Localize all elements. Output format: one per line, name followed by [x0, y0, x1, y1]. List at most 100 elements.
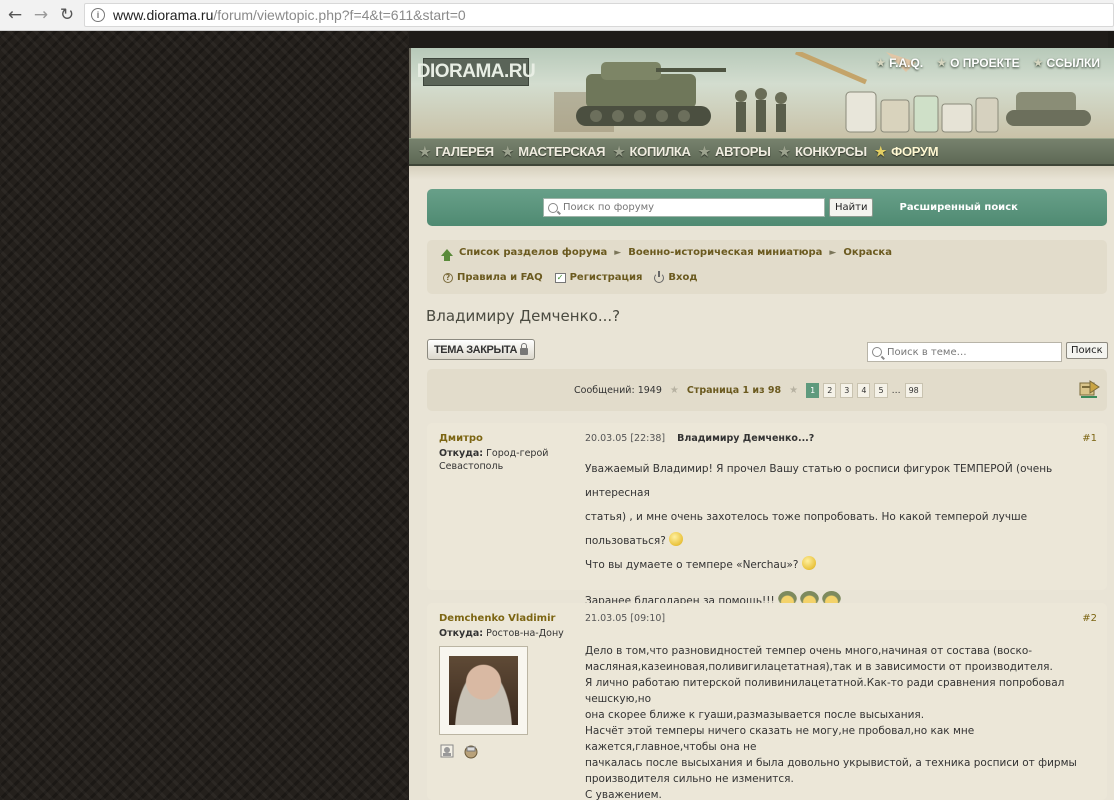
topic-search-placeholder: Поиск в теме…: [887, 346, 967, 358]
menu-contests[interactable]: ★ КОНКУРСЫ: [779, 144, 868, 160]
post-number[interactable]: #1: [1082, 433, 1097, 444]
breadcrumb-forum-index[interactable]: Список разделов форума: [459, 247, 607, 258]
avatar-image: [449, 656, 518, 725]
forum-search-panel: Поиск по форуму Найти Расширенный поиск: [427, 189, 1107, 226]
faq-link[interactable]: ★ F.A.Q.: [876, 56, 923, 70]
search-icon: [872, 347, 882, 357]
question-icon: ?: [443, 272, 453, 283]
page-link-4[interactable]: 4: [857, 383, 871, 398]
header-divider: [409, 166, 1114, 180]
menu-workshop[interactable]: ★ МАСТЕРСКАЯ: [501, 143, 606, 160]
breadcrumb-separator-icon: ►: [614, 247, 622, 258]
profile-icon[interactable]: [439, 743, 455, 759]
post-number[interactable]: #2: [1082, 613, 1097, 624]
post-line: производителя сильно не изменится.: [585, 773, 794, 785]
browser-toolbar: ← → ↻ i www.diorama.ru/forum/viewtopic.p…: [0, 0, 1114, 31]
url-host: www.diorama.ru: [113, 7, 214, 23]
star-icon: ★: [669, 385, 679, 396]
post: Дмитро Откуда: Город-герой Севастополь 2…: [427, 423, 1107, 608]
author-from-label: Откуда:: [439, 448, 484, 459]
author-from-label: Откуда:: [439, 628, 484, 639]
topic-title[interactable]: Владимиру Демченко...?: [426, 307, 620, 325]
site-header: DIORAMA.RU ★ F.A.Q. ★ О ПРОЕКТЕ ★ ССЫЛКИ: [409, 48, 1114, 138]
pagination: Сообщений: 1949 ★ Страница 1 из 98 ★ 1 2…: [574, 383, 923, 398]
post-body: 21.03.05 [09:10] #2 Дело в том,что разно…: [585, 612, 1097, 800]
author-name[interactable]: Demchenko Vladimir: [439, 612, 569, 625]
breadcrumb-separator-icon: ►: [829, 247, 837, 258]
author-from: Ростов-на-Дону: [486, 628, 564, 639]
post-line: Уважаемый Владимир! Я прочел Вашу статью…: [585, 463, 1053, 499]
breadcrumb-military-miniature[interactable]: Военно-историческая миниатюра: [628, 247, 822, 258]
post-line: Насчёт этой темперы ничего сказать не мо…: [585, 725, 975, 753]
topic-search-button[interactable]: Поиск: [1066, 342, 1108, 359]
post-line: Я лично работаю питерской поливинилацета…: [585, 677, 1065, 705]
post-author: Demchenko Vladimir Откуда: Ростов-на-Дон…: [439, 612, 569, 759]
author-name[interactable]: Дмитро: [439, 432, 569, 445]
forum-page: DIORAMA.RU ★ F.A.Q. ★ О ПРОЕКТЕ ★ ССЫЛКИ…: [409, 48, 1114, 800]
post-header: 21.03.05 [09:10] #2: [585, 612, 1097, 625]
star-icon: ★: [501, 143, 514, 159]
topic-locked-label: ТЕМА ЗАКРЫТА: [433, 343, 518, 356]
post-date: 20.03.05 [22:38]: [585, 433, 666, 444]
power-icon: [654, 270, 665, 283]
register-link[interactable]: ✓ Регистрация: [554, 272, 642, 283]
post-title: Владимиру Демченко...?: [677, 433, 815, 444]
page-ellipsis: …: [891, 385, 901, 396]
forum-search-placeholder: Поиск по форуму: [563, 202, 655, 213]
breadcrumb: Список разделов форума ► Военно-историче…: [427, 240, 1107, 294]
post-line: статья) , и мне очень захотелось тоже по…: [585, 511, 1028, 547]
message-count: Сообщений: 1949: [574, 385, 662, 396]
topic-search-input[interactable]: Поиск в теме…: [867, 342, 1062, 362]
forum-search-input[interactable]: Поиск по форуму: [543, 198, 825, 217]
login-link[interactable]: Вход: [654, 270, 697, 283]
page-background: [0, 31, 409, 800]
breadcrumb-trail: Список разделов форума ► Военно-историче…: [441, 247, 892, 261]
register-icon: ✓: [554, 272, 566, 283]
menu-forum[interactable]: ★ ФОРУМ: [874, 143, 939, 160]
post-line: Что вы думаете о темпере «Nerchau»?: [585, 553, 1097, 577]
goto-page-icon[interactable]: [1078, 379, 1100, 399]
site-logo[interactable]: DIORAMA.RU: [417, 58, 536, 86]
post-header: 20.03.05 [22:38] Владимиру Демченко...? …: [585, 432, 1097, 445]
info-icon[interactable]: i: [91, 8, 105, 22]
star-icon: ★: [876, 57, 886, 69]
address-bar[interactable]: i www.diorama.ru/forum/viewtopic.php?f=4…: [84, 3, 1114, 27]
star-icon: ★: [937, 57, 947, 69]
menu-authors[interactable]: ★ АВТОРЫ: [699, 144, 771, 160]
links-link[interactable]: ★ ССЫЛКИ: [1034, 56, 1100, 70]
breadcrumb-painting[interactable]: Окраска: [843, 247, 892, 258]
forward-button[interactable]: →: [30, 4, 52, 26]
smile-icon: [669, 532, 684, 546]
forum-search-button[interactable]: Найти: [829, 198, 874, 217]
page-link-1[interactable]: 1: [806, 383, 820, 398]
star-icon: ★: [698, 143, 711, 159]
post-line: Дело в том,что разновидностей темпер оче…: [585, 645, 1033, 657]
post-line: С уважением.: [585, 789, 662, 800]
website-icon[interactable]: [463, 743, 479, 759]
page-link-5[interactable]: 5: [874, 383, 888, 398]
topic-locked-button[interactable]: ТЕМА ЗАКРЫТА: [427, 339, 535, 360]
home-icon: [441, 249, 453, 261]
page-link-2[interactable]: 2: [823, 383, 837, 398]
about-link[interactable]: ★ О ПРОЕКТЕ: [937, 56, 1019, 70]
page-link-3[interactable]: 3: [840, 383, 854, 398]
advanced-search-link[interactable]: Расширенный поиск: [899, 202, 1017, 213]
url-path: /forum/viewtopic.php?f=4&t=611&start=0: [213, 7, 466, 23]
back-button[interactable]: ←: [4, 4, 26, 26]
reload-button[interactable]: ↻: [56, 4, 78, 26]
page-link-last[interactable]: 98: [904, 383, 923, 398]
rules-faq-link[interactable]: ? Правила и FAQ: [443, 272, 543, 283]
menu-piggybank[interactable]: ★ КОПИЛКА: [613, 144, 691, 160]
author-contact-icons: [439, 743, 569, 759]
page-info[interactable]: Страница 1 из 98: [687, 385, 781, 396]
top-links: ★ F.A.Q. ★ О ПРОЕКТЕ ★ ССЫЛКИ: [876, 56, 1100, 70]
menu-gallery[interactable]: ★ ГАЛЕРЕЯ: [419, 144, 494, 160]
star-icon: ★: [419, 143, 431, 159]
lock-icon: [520, 342, 529, 355]
avatar[interactable]: [439, 646, 528, 735]
post-line: масляная,казеиновая,поливигилацетатная),…: [585, 661, 1053, 673]
main-menu: ★ ГАЛЕРЕЯ ★ МАСТЕРСКАЯ ★ КОПИЛКА ★ АВТОРЫ ★ К…: [409, 138, 1114, 166]
star-icon: ★: [874, 143, 887, 159]
post-content: Дело в том,что разновидностей темпер оче…: [585, 643, 1097, 800]
user-links: ? Правила и FAQ ✓ Регистрация Вход: [443, 270, 705, 283]
